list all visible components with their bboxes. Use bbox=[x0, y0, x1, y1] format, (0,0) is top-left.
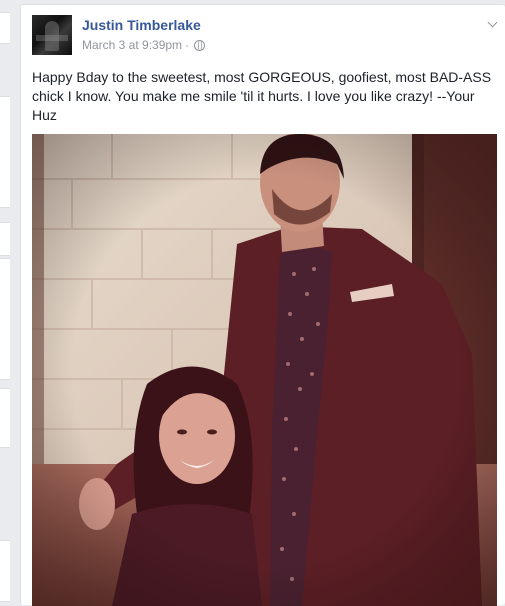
left-column-block bbox=[0, 540, 10, 602]
avatar[interactable] bbox=[32, 15, 72, 55]
left-column-block bbox=[0, 12, 10, 44]
post-photo[interactable] bbox=[32, 134, 497, 606]
avatar-detail bbox=[36, 35, 68, 41]
left-column-block bbox=[0, 258, 10, 380]
left-column bbox=[0, 0, 14, 605]
post-meta: March 3 at 9:39pm · bbox=[82, 38, 206, 52]
author-name-link[interactable]: Justin Timberlake bbox=[82, 17, 201, 33]
left-column-block bbox=[0, 388, 10, 448]
chevron-down-icon[interactable] bbox=[487, 19, 499, 29]
post-card: Justin Timberlake March 3 at 9:39pm · Ha… bbox=[20, 4, 505, 606]
post-message: Happy Bday to the sweetest, most GORGEOU… bbox=[32, 69, 492, 123]
left-column-block bbox=[0, 96, 10, 208]
photo-illustration bbox=[32, 134, 497, 606]
globe-icon[interactable] bbox=[194, 39, 206, 51]
meta-separator: · bbox=[185, 38, 190, 52]
left-column-block bbox=[0, 222, 10, 256]
timestamp-link[interactable]: March 3 at 9:39pm bbox=[82, 38, 182, 52]
